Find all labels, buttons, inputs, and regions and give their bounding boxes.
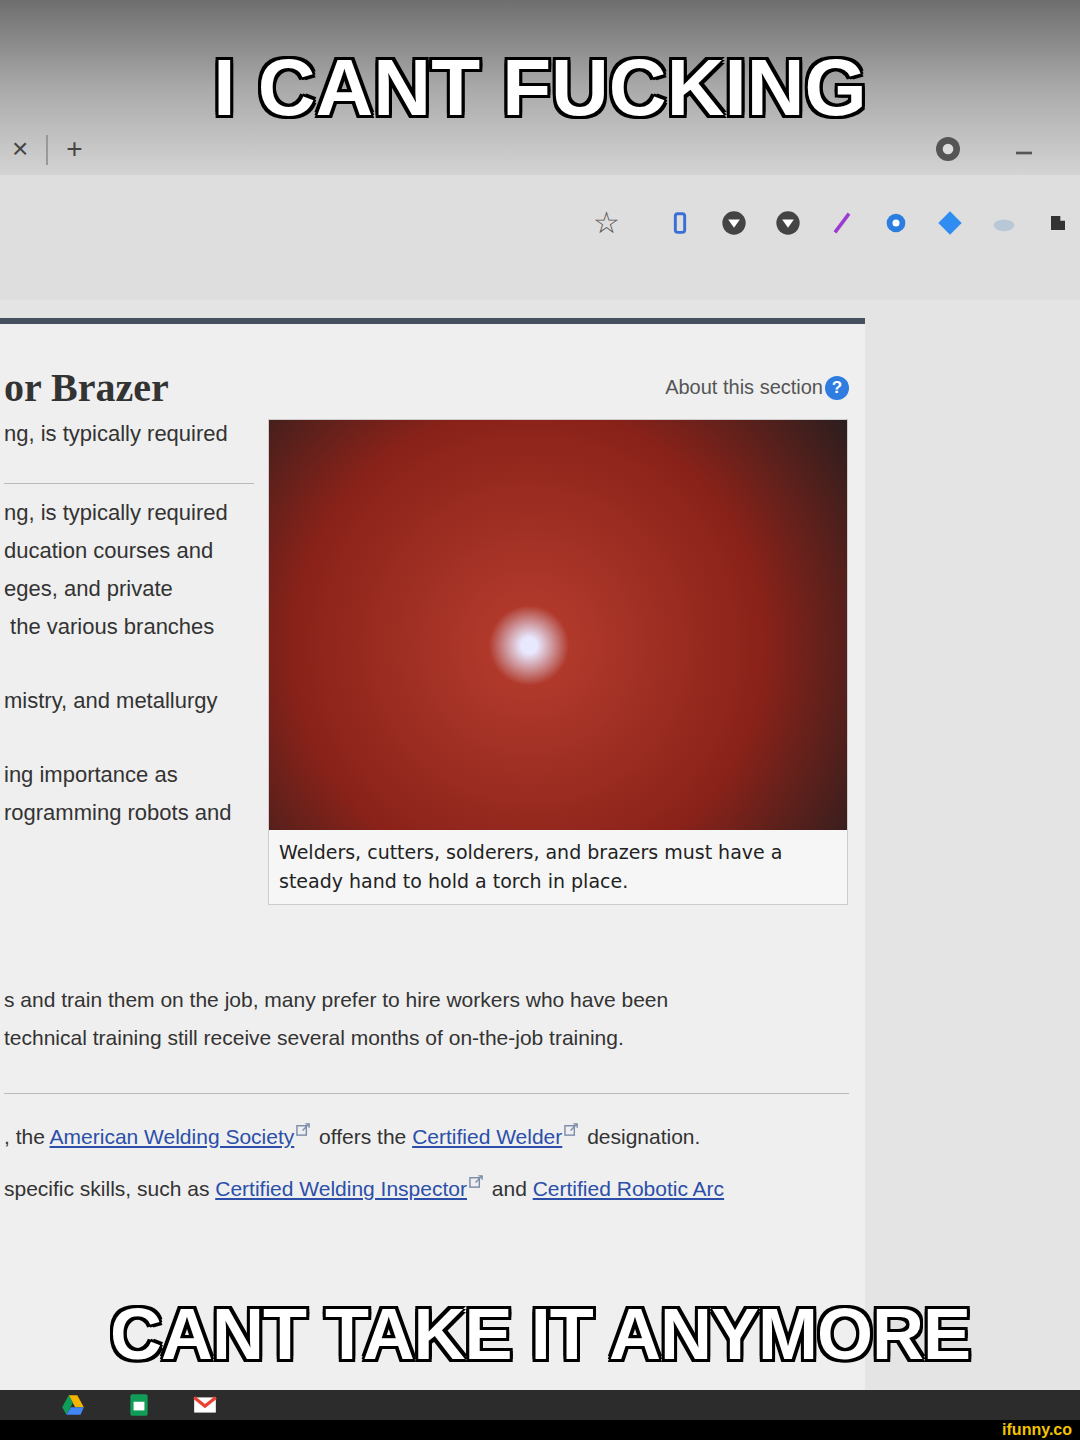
text-line: the various branches — [4, 612, 254, 642]
extension-diamond-icon[interactable] — [936, 209, 964, 237]
text-line: ducation courses and — [4, 536, 254, 566]
section-header: or Brazer About this section? — [4, 364, 849, 411]
page-margin — [865, 300, 1080, 1390]
text-group: ng, is typically required ducation course… — [4, 483, 254, 642]
text-line: ng, is typically required — [4, 419, 254, 449]
text-link[interactable]: Certified Welder — [412, 1125, 562, 1148]
text-run: specific skills, such as — [4, 1177, 215, 1200]
minimize-icon[interactable] — [1008, 133, 1040, 165]
side-text: ng, is typically requiredng, is typicall… — [4, 419, 254, 905]
text-line: specific skills, such as Certified Weldi… — [4, 1174, 849, 1204]
text-group: ing importance as rogramming robots and — [4, 760, 254, 828]
extension-tag-icon[interactable] — [666, 209, 694, 237]
text-run: offers the — [313, 1125, 412, 1148]
tab-close-button[interactable]: × — [8, 133, 32, 165]
extension-pen-icon[interactable] — [828, 209, 856, 237]
article-panel: or Brazer About this section? ng, is typ… — [0, 318, 865, 1390]
text-run: technical training still receive several… — [4, 1026, 624, 1049]
external-link-icon — [564, 1122, 579, 1137]
external-link-icon — [296, 1122, 311, 1137]
text-line: technical training still receive several… — [4, 1023, 849, 1053]
text-group: ng, is typically required — [4, 419, 254, 449]
drive-icon[interactable] — [60, 1392, 86, 1418]
extensions-menu-icon[interactable] — [1044, 209, 1072, 237]
profile-icon[interactable] — [932, 133, 964, 165]
text-link[interactable]: American Welding Society — [50, 1125, 295, 1148]
section-body: ng, is typically requiredng, is typicall… — [4, 419, 849, 905]
web-page: or Brazer About this section? ng, is typ… — [0, 300, 1080, 1390]
extension-shield-icon[interactable] — [774, 209, 802, 237]
about-section-link[interactable]: About this section? — [665, 376, 849, 400]
watermark: ifunny.co — [1002, 1421, 1072, 1439]
bookmark-star-button[interactable]: ☆ — [593, 205, 620, 240]
text-link[interactable]: Certified Welding Inspector — [215, 1177, 467, 1200]
watermark-strip: ifunny.co — [0, 1420, 1080, 1440]
top-caption: I CANT FUCKING — [0, 48, 1080, 128]
text-link[interactable]: Certified Robotic Arc — [533, 1177, 724, 1200]
taskbar — [0, 1390, 1080, 1420]
text-run: designation. — [581, 1125, 700, 1148]
browser-toolbar: ☆ — [0, 175, 1080, 300]
text-run: s and train them on the job, many prefer… — [4, 988, 668, 1011]
extension-cloud-icon[interactable] — [990, 209, 1018, 237]
tab-separator — [46, 135, 48, 165]
text-run: and — [486, 1177, 533, 1200]
external-link-icon — [469, 1174, 484, 1189]
paragraph: , the American Welding Society offers th… — [4, 1093, 849, 1204]
text-line: rogramming robots and — [4, 798, 254, 828]
text-line: eges, and private — [4, 574, 254, 604]
bottom-caption: CANT TAKE IT ANYMORE — [0, 1298, 1080, 1370]
figure-caption: Welders, cutters, solderers, and brazers… — [269, 830, 847, 904]
new-tab-button[interactable]: + — [62, 133, 86, 165]
text-line: ng, is typically required — [4, 498, 254, 528]
paragraph: s and train them on the job, many prefer… — [4, 985, 849, 1053]
help-badge[interactable]: ? — [825, 376, 849, 400]
sheets-icon[interactable] — [126, 1392, 152, 1418]
text-line: s and train them on the job, many prefer… — [4, 985, 849, 1015]
gmail-icon[interactable] — [192, 1392, 218, 1418]
welder-photo — [269, 420, 847, 830]
text-group: mistry, and metallurgy — [4, 686, 254, 716]
section-heading: or Brazer — [4, 364, 169, 411]
text-line: mistry, and metallurgy — [4, 686, 254, 716]
text-run: , the — [4, 1125, 50, 1148]
figure: Welders, cutters, solderers, and brazers… — [268, 419, 848, 905]
extension-puzzle-icon[interactable] — [882, 209, 910, 237]
extension-shield-icon[interactable] — [720, 209, 748, 237]
text-line: ing importance as — [4, 760, 254, 790]
text-line: , the American Welding Society offers th… — [4, 1122, 849, 1152]
meme-photo: × + ☆ or Brazer About this section? ng, … — [0, 0, 1080, 1440]
